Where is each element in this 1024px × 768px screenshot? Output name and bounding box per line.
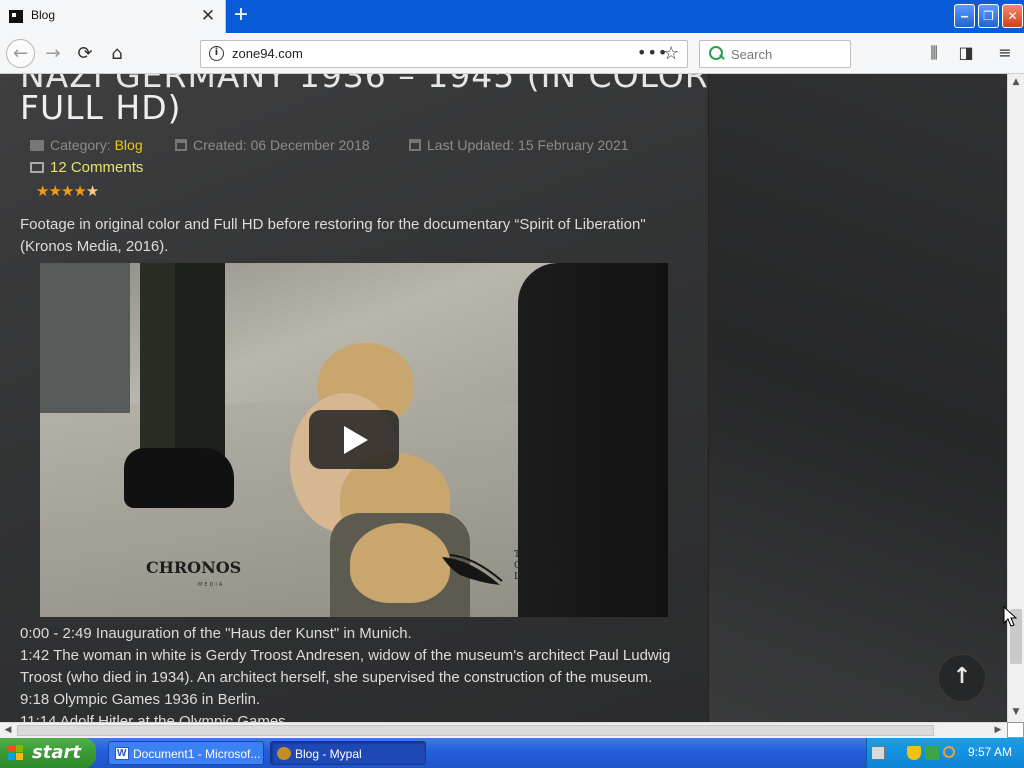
rating-star-5[interactable]: ★ <box>86 182 99 200</box>
security-shield-icon[interactable] <box>907 746 921 760</box>
window-restore-button[interactable]: ❐ <box>978 4 999 28</box>
calendar-icon <box>175 139 187 151</box>
navigation-toolbar: ← → ⟳ ⌂ i zone94.com ••• ☆ Search ⫼ ◨ ≡ <box>0 33 1024 74</box>
home-button[interactable]: ⌂ <box>104 41 130 67</box>
created-date: Created: 06 December 2018 <box>193 137 370 153</box>
sidebar-toggle-icon[interactable]: ◨ <box>955 42 977 64</box>
windows-logo-icon <box>8 745 25 761</box>
site-info-icon[interactable]: i <box>209 46 224 61</box>
updated-meta: Last Updated: 15 February 2021 <box>409 137 629 153</box>
spirit-of-liberation-logo: THE SPIRIT OF LIBERATION <box>514 550 575 582</box>
search-placeholder: Search <box>731 47 773 62</box>
tab-strip: Blog ✕ + ‒ ❐ ✕ <box>0 0 1024 33</box>
url-text[interactable]: zone94.com <box>232 46 303 61</box>
scrollbar-corner <box>1007 722 1024 738</box>
reload-button[interactable]: ⟳ <box>72 41 98 67</box>
page-viewport: NAZI GERMANY 1936 – 1945 (IN COLOR AND F… <box>0 74 1007 722</box>
comments-count[interactable]: 12 Comments <box>50 159 143 176</box>
video-player[interactable]: CHRONOS MEDIA THE SPIRIT OF LIBERATION <box>40 263 668 617</box>
start-button[interactable]: start <box>0 738 96 768</box>
address-bar[interactable]: i zone94.com ••• ☆ <box>200 40 688 68</box>
horizontal-scroll-thumb[interactable] <box>17 725 934 736</box>
chapter-list: 0:00 - 2:49 Inauguration of the "Haus de… <box>20 623 700 722</box>
tab-title: Blog <box>31 8 56 22</box>
taskbar-item-word[interactable]: Document1 - Microsof... <box>108 741 264 765</box>
horizontal-scrollbar[interactable]: ◀ ▶ <box>0 722 1007 738</box>
article-intro: Footage in original color and Full HD be… <box>20 216 646 255</box>
scroll-up-arrow-icon[interactable]: ▲ <box>1008 74 1024 90</box>
chapter-line: Troost (who died in 1934). An architect … <box>20 669 653 686</box>
category-meta: Category: Blog <box>30 137 143 153</box>
taskbar-item-label[interactable]: Blog - Mypal <box>295 747 362 761</box>
rating-star-3[interactable]: ★ <box>61 182 74 200</box>
scroll-left-arrow-icon[interactable]: ◀ <box>0 723 16 739</box>
updated-date: Last Updated: 15 February 2021 <box>427 137 629 153</box>
rating-star-4[interactable]: ★ <box>73 182 86 200</box>
search-icon <box>708 45 724 61</box>
comments-link[interactable]: 12 Comments <box>30 159 143 176</box>
chapter-line: 0:00 - 2:49 Inauguration of the "Haus de… <box>20 625 412 642</box>
tab-close-icon[interactable]: ✕ <box>199 6 217 26</box>
comment-icon <box>30 162 44 173</box>
category-label: Category: <box>50 137 111 153</box>
library-icon[interactable]: ⫼ <box>923 42 945 64</box>
taskbar-clock[interactable]: 9:57 AM <box>968 745 1012 759</box>
forward-button[interactable]: → <box>40 41 66 67</box>
hamburger-menu-icon[interactable]: ≡ <box>994 42 1016 64</box>
new-tab-button[interactable]: + <box>229 3 253 28</box>
created-meta: Created: 06 December 2018 <box>175 137 370 153</box>
article-title: FULL HD) <box>20 88 182 127</box>
sidebar-panel <box>708 74 1007 722</box>
article-column: NAZI GERMANY 1936 – 1945 (IN COLOR AND F… <box>0 74 795 722</box>
chapter-line: 9:18 Olympic Games 1936 in Berlin. <box>20 691 261 708</box>
system-tray: 9:57 AM <box>866 738 1024 768</box>
category-link[interactable]: Blog <box>115 137 143 153</box>
window-close-button[interactable]: ✕ <box>1002 4 1023 28</box>
chapter-line: 11:14 Adolf Hitler at the Olympic Games <box>20 713 286 722</box>
chronos-logo: CHRONOS <box>146 558 242 577</box>
scroll-right-arrow-icon[interactable]: ▶ <box>990 723 1006 739</box>
scroll-down-arrow-icon[interactable]: ▼ <box>1008 704 1024 720</box>
star-rating[interactable]: ★★★★★ <box>36 182 99 200</box>
taskbar-item-browser[interactable]: Blog - Mypal <box>270 741 426 765</box>
bookmark-star-icon[interactable]: ☆ <box>663 43 679 64</box>
window-minimize-button[interactable]: ‒ <box>954 4 975 28</box>
folder-icon <box>30 140 44 151</box>
search-tray-icon[interactable] <box>943 746 955 758</box>
video-frame-figure <box>40 263 130 413</box>
video-frame-leg <box>175 263 225 463</box>
video-frame-boot <box>124 448 234 508</box>
video-frame-child <box>350 523 450 603</box>
keyboard-icon[interactable] <box>871 746 885 760</box>
mouse-cursor-icon <box>1003 606 1017 627</box>
wing-logo-icon <box>442 554 503 585</box>
rating-star-2[interactable]: ★ <box>48 182 61 200</box>
word-document-icon <box>115 742 129 764</box>
windows-taskbar: start Document1 - Microsof... Blog - Myp… <box>0 738 1024 768</box>
mypal-browser-icon <box>277 747 291 760</box>
search-input[interactable]: Search <box>699 40 851 68</box>
back-to-top-button[interactable]: ↑ <box>938 654 986 702</box>
taskbar-item-label[interactable]: Document1 - Microsof... <box>133 747 260 761</box>
start-label[interactable]: start <box>32 742 81 763</box>
rating-star-1[interactable]: ★ <box>36 182 49 200</box>
back-button[interactable]: ← <box>6 39 35 68</box>
site-favicon-icon <box>9 10 23 23</box>
chapter-line: 1:42 The woman in white is Gerdy Troost … <box>20 647 671 664</box>
chronos-logo-sub: MEDIA <box>198 582 225 588</box>
play-button[interactable] <box>309 410 399 469</box>
tab-blog[interactable]: Blog ✕ <box>0 0 226 33</box>
network-icon[interactable] <box>925 746 939 760</box>
calendar-icon <box>409 139 421 151</box>
